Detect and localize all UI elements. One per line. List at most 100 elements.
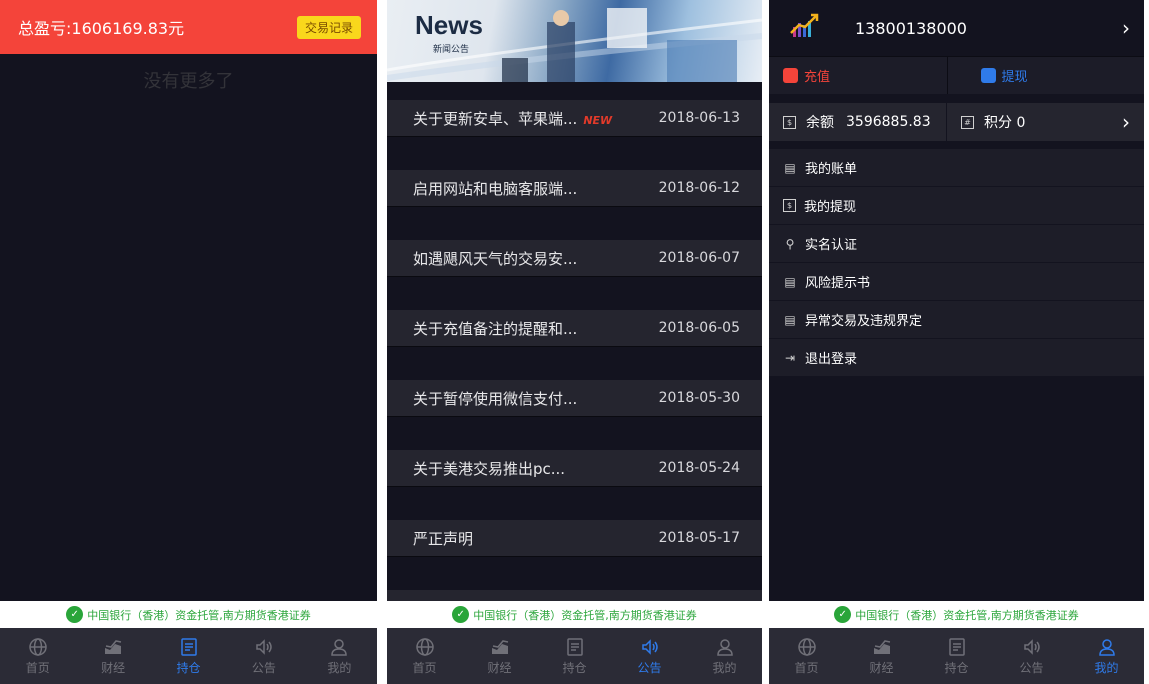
news-item[interactable]: 关于更新安卓、苹果端... NEW 2018-06-13 <box>387 100 762 137</box>
tab-holdings[interactable]: 持仓 <box>151 628 226 684</box>
balance-label: 余额 <box>806 115 834 131</box>
tab-label: 公告 <box>637 661 662 675</box>
bottom-tab-bar: 首页 财经 持仓 公告 我的 <box>0 628 377 684</box>
tab-home[interactable]: 首页 <box>387 628 462 684</box>
menu-my-withdrawals[interactable]: $ 我的提现 <box>769 187 1144 225</box>
custody-banner: ✓ 中国银行（香港）资金托管,南方期货香港证券 <box>387 601 762 628</box>
logout-icon: ⇥ <box>784 350 796 365</box>
menu-abnormal-trading[interactable]: ▤ 异常交易及违规界定 <box>769 301 1144 339</box>
profile-header[interactable]: 13800138000 › <box>769 0 1144 56</box>
shield-check-icon: ✓ <box>66 606 84 623</box>
tab-label: 我的 <box>712 661 737 675</box>
news-title: 启用网站和电脑客服端... <box>413 179 578 198</box>
withdraw-icon <box>980 68 996 83</box>
withdraw-button[interactable]: 提现 <box>948 57 1145 94</box>
bottom-tab-bar: 首页 财经 持仓 公告 我的 <box>387 628 762 684</box>
points-value: 积分 0 <box>984 115 1026 131</box>
user-phone: 13800138000 <box>855 18 967 38</box>
tab-finance[interactable]: 财经 <box>75 628 150 684</box>
tab-notice[interactable]: 公告 <box>226 628 301 684</box>
clipboard-icon: ▤ <box>784 160 796 175</box>
holdings-icon <box>564 636 586 658</box>
tab-notice[interactable]: 公告 <box>612 628 687 684</box>
news-title: 关于美港交易推出pc... <box>413 459 566 478</box>
menu-label: 退出登录 <box>805 352 858 367</box>
custody-text: 中国银行（香港）资金托管,南方期货香港证券 <box>855 608 1079 622</box>
tab-label: 公告 <box>251 661 276 675</box>
profile-menu: ▤ 我的账单 $ 我的提现 ⚲ 实名认证 ▤ 风险提示书 ▤ 异常交易及违规界定 ⇥ 退出登… <box>769 149 1144 377</box>
tab-mine[interactable]: 我的 <box>687 628 762 684</box>
tab-label: 首页 <box>794 661 819 675</box>
recharge-button[interactable]: 充值 <box>769 57 948 94</box>
tab-notice[interactable]: 公告 <box>994 628 1069 684</box>
menu-my-bills[interactable]: ▤ 我的账单 <box>769 149 1144 187</box>
news-date: 2018-06-07 <box>658 250 740 266</box>
tab-mine[interactable]: 我的 <box>302 628 377 684</box>
tab-holdings[interactable]: 持仓 <box>537 628 612 684</box>
news-date: 2018-06-12 <box>658 180 740 196</box>
tab-label: 首页 <box>412 661 437 675</box>
news-item[interactable]: 关于暂停使用微信支付... 2018-05-30 <box>387 380 762 417</box>
tab-label: 财经 <box>101 661 126 675</box>
withdraw-label: 提现 <box>1001 70 1028 85</box>
custody-text: 中国银行（香港）资金托管,南方期货香港证券 <box>473 608 697 622</box>
balance-value: 3596885.83 <box>846 114 931 130</box>
holdings-icon <box>946 636 968 658</box>
clipboard-icon: ▤ <box>784 274 796 289</box>
news-item[interactable]: 启用网站和电脑客服端... 2018-06-12 <box>387 170 762 207</box>
menu-risk-notice[interactable]: ▤ 风险提示书 <box>769 263 1144 301</box>
bottom-tab-bar: 首页 财经 持仓 公告 我的 <box>769 628 1144 684</box>
tab-label: 持仓 <box>944 661 969 675</box>
clipboard-icon: ▤ <box>784 312 796 327</box>
tab-label: 我的 <box>1094 661 1119 675</box>
news-item[interactable]: 关于美港交易推出pc... 2018-05-24 <box>387 450 762 487</box>
chart-icon <box>102 636 124 658</box>
news-banner: News 新闻公告 <box>387 0 762 82</box>
news-item[interactable]: 严正声明 2018-05-17 <box>387 520 762 557</box>
tab-label: 首页 <box>25 661 50 675</box>
speaker-icon <box>639 636 661 658</box>
tab-holdings[interactable]: 持仓 <box>919 628 994 684</box>
chevron-right-icon: › <box>1122 110 1130 134</box>
recharge-label: 充值 <box>804 70 831 85</box>
fund-actions: 充值 提现 <box>769 56 1144 94</box>
menu-label: 实名认证 <box>805 238 858 253</box>
menu-label: 我的提现 <box>804 200 857 215</box>
trade-records-button[interactable]: 交易记录 <box>296 15 361 39</box>
tab-finance[interactable]: 财经 <box>844 628 919 684</box>
no-more-text: 没有更多了 <box>143 71 234 92</box>
news-item[interactable]: 关于充值备注的提醒和... 2018-06-05 <box>387 310 762 347</box>
new-badge: NEW <box>583 113 613 127</box>
tab-home[interactable]: 首页 <box>769 628 844 684</box>
tab-label: 持仓 <box>176 661 201 675</box>
chevron-right-icon: › <box>1122 16 1130 40</box>
custody-banner: ✓ 中国银行（香港）资金托管,南方期货香港证券 <box>769 601 1144 628</box>
custody-text: 中国银行（香港）资金托管,南方期货香港证券 <box>87 608 311 622</box>
chart-icon <box>489 636 511 658</box>
holdings-icon <box>178 636 200 658</box>
tab-finance[interactable]: 财经 <box>462 628 537 684</box>
recharge-icon <box>783 68 798 83</box>
news-date: 2018-06-13 <box>658 110 740 126</box>
news-title: 关于充值备注的提醒和... <box>413 319 578 338</box>
news-item[interactable]: 如遇飓风天气的交易安... 2018-06-07 <box>387 240 762 277</box>
news-title: 关于更新安卓、苹果端... <box>413 109 578 128</box>
news-title: 如遇飓风天气的交易安... <box>413 249 578 268</box>
menu-real-name[interactable]: ⚲ 实名认证 <box>769 225 1144 263</box>
tab-home[interactable]: 首页 <box>0 628 75 684</box>
menu-label: 我的账单 <box>805 162 858 177</box>
balance-row[interactable]: $ 余额 3596885.83 # 积分 0 › <box>769 103 1144 141</box>
dollar-icon: $ <box>783 199 796 212</box>
shield-check-icon: ✓ <box>452 606 470 623</box>
custody-banner: ✓ 中国银行（香港）资金托管,南方期货香港证券 <box>0 601 377 628</box>
news-title: 关于暂停使用微信支付... <box>413 389 578 408</box>
balance-cell: $ 余额 3596885.83 <box>769 103 947 141</box>
tab-label: 财经 <box>869 661 894 675</box>
total-profit-loss: 总盈亏:1606169.83元 <box>18 19 185 38</box>
news-title: 严正声明 <box>413 529 474 548</box>
menu-logout[interactable]: ⇥ 退出登录 <box>769 339 1144 377</box>
tab-mine[interactable]: 我的 <box>1069 628 1144 684</box>
globe-icon <box>414 636 436 658</box>
chart-icon <box>871 636 893 658</box>
news-title-wrap: 关于更新安卓、苹果端... NEW <box>413 108 612 129</box>
